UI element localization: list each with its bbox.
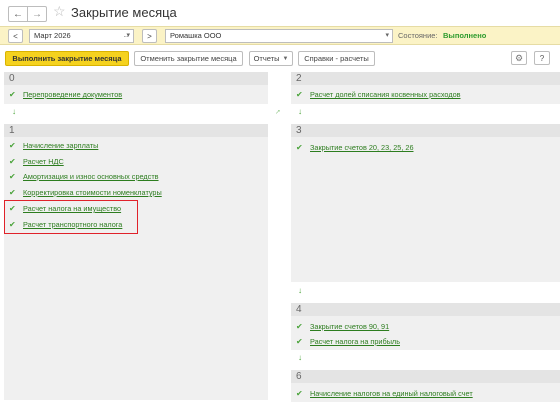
chevron-down-icon: ▼	[282, 55, 289, 62]
stage-item-link[interactable]: Перепроведение документов	[23, 90, 122, 99]
stage-item-link[interactable]: Амортизация и износ основных средств	[23, 172, 159, 181]
stage-item: ✔ Корректировка стоимости номенклатуры	[9, 188, 162, 197]
reports-button[interactable]: Отчеты ▼	[249, 51, 293, 66]
stage-item-link[interactable]: Закрытие счетов 20, 23, 25, 26	[310, 143, 414, 152]
period-panel: < Март 2026 ... > Ромашка ООО Состояние:…	[0, 26, 560, 45]
run-close-month-button[interactable]: Выполнить закрытие месяца	[5, 51, 129, 66]
stage-item: ✔ Перепроведение документов	[9, 90, 122, 99]
gear-icon[interactable]: ⚙	[511, 51, 527, 65]
stage-number: 0	[4, 72, 268, 85]
stage-item-link[interactable]: Закрытие счетов 90, 91	[310, 322, 389, 331]
organization-field[interactable]: Ромашка ООО	[165, 29, 393, 43]
period-field[interactable]: Март 2026	[29, 29, 134, 43]
highlight-frame	[4, 200, 138, 234]
period-picker-button[interactable]: ...	[120, 29, 132, 43]
arrow-down-icon: ↓	[298, 353, 302, 362]
arrow-down-icon: ↓	[298, 107, 302, 116]
check-icon: ✔	[9, 188, 16, 197]
arrow-diagonal-icon: ↑	[273, 106, 283, 117]
stage-item: ✔ Закрытие счетов 90, 91	[296, 322, 389, 331]
stage-item-link[interactable]: Корректировка стоимости номенклатуры	[23, 188, 162, 197]
stage-number: 4	[291, 303, 560, 316]
page-title: Закрытие месяца	[71, 5, 177, 20]
stage-item: ✔ Начисление зарплаты	[9, 141, 98, 150]
stage-item-link[interactable]: Расчет налога на прибыль	[310, 337, 400, 346]
stage-item: ✔ Расчет налога на прибыль	[296, 337, 400, 346]
stage-number: 6	[291, 370, 560, 383]
check-icon: ✔	[296, 389, 303, 398]
arrow-down-icon: ↓	[298, 286, 302, 295]
stage-item: ✔ Расчет НДС	[9, 157, 64, 166]
stage-number: 1	[4, 124, 268, 137]
check-icon: ✔	[296, 90, 303, 99]
check-icon: ✔	[9, 141, 16, 150]
status-label: Состояние:	[398, 31, 438, 40]
stage-number: 2	[291, 72, 560, 85]
check-icon: ✔	[296, 337, 303, 346]
cancel-close-month-button[interactable]: Отменить закрытие месяца	[134, 51, 243, 66]
stage-6: 6 ✔ Начисление налогов на единый налогов…	[291, 370, 560, 402]
stage-number: 3	[291, 124, 560, 137]
title-bar: ← → ☆ Закрытие месяца	[0, 0, 560, 26]
stage-item-link[interactable]: Начисление зарплаты	[23, 141, 98, 150]
arrow-left-icon[interactable]: ←	[8, 6, 28, 22]
arrow-right-icon[interactable]: →	[27, 6, 47, 22]
stage-item-link[interactable]: Расчет НДС	[23, 157, 64, 166]
stage-2: 2 ✔ Расчет долей списания косвенных расх…	[291, 72, 560, 104]
stage-item: ✔ Начисление налогов на единый налоговый…	[296, 389, 473, 398]
stage-1: 1 ✔ Начисление зарплаты ✔ Расчет НДС ✔ А…	[4, 124, 268, 400]
stage-0: 0 ✔ Перепроведение документов	[4, 72, 268, 104]
stage-item: ✔ Закрытие счетов 20, 23, 25, 26	[296, 143, 414, 152]
reports-label: Отчеты	[253, 54, 280, 63]
check-icon: ✔	[9, 157, 16, 166]
stage-item-link[interactable]: Расчет долей списания косвенных расходов	[310, 90, 461, 99]
star-icon[interactable]: ☆	[53, 3, 66, 20]
arrow-down-icon: ↓	[12, 107, 16, 116]
stage-item: ✔ Расчет долей списания косвенных расход…	[296, 90, 461, 99]
check-icon: ✔	[296, 143, 303, 152]
stage-3: 3 ✔ Закрытие счетов 20, 23, 25, 26	[291, 124, 560, 282]
references-button[interactable]: Справки - расчеты	[298, 51, 375, 66]
toolbar: Выполнить закрытие месяца Отменить закры…	[0, 46, 560, 70]
check-icon: ✔	[9, 172, 16, 181]
stage-item-link[interactable]: Начисление налогов на единый налоговый с…	[310, 389, 473, 398]
stage-item: ✔ Амортизация и износ основных средств	[9, 172, 159, 181]
next-period-button[interactable]: >	[142, 29, 157, 43]
stage-4: 4 ✔ Закрытие счетов 90, 91 ✔ Расчет нало…	[291, 303, 560, 350]
prev-period-button[interactable]: <	[8, 29, 23, 43]
check-icon: ✔	[9, 90, 16, 99]
help-button[interactable]: ?	[534, 51, 550, 65]
check-icon: ✔	[296, 322, 303, 331]
status-value: Выполнено	[443, 31, 487, 40]
